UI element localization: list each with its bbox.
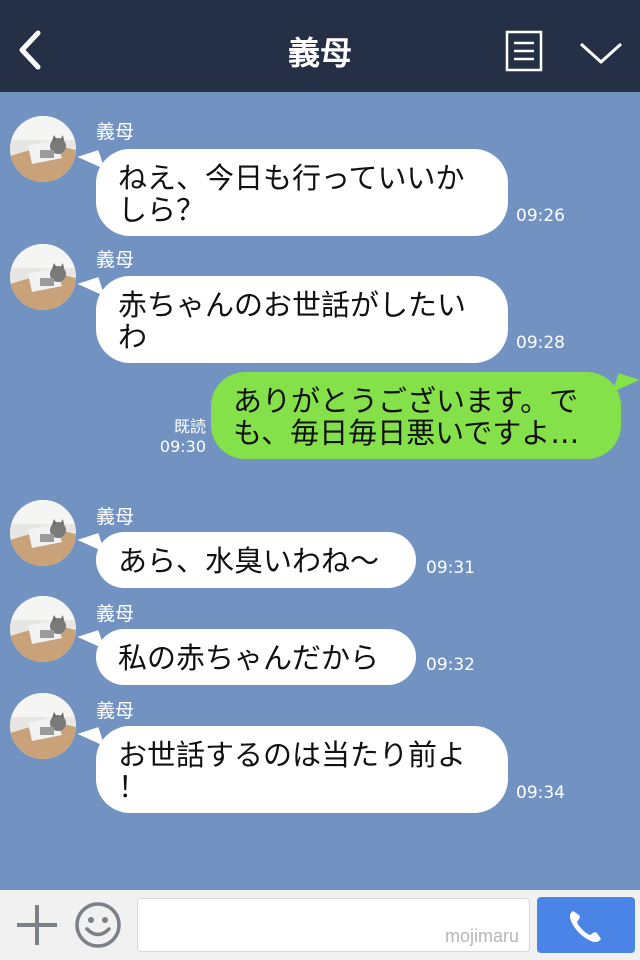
emoji-button[interactable] [74, 901, 122, 949]
message-line: ねえ、今日も行っていいか [118, 161, 465, 195]
avatar[interactable] [10, 244, 76, 310]
read-receipt: 既読 09:30 [150, 417, 206, 457]
collapse-button[interactable] [578, 36, 624, 68]
message-bubble[interactable]: お世話するのは当たり前よ ！ [96, 726, 508, 813]
message-time: 09:34 [516, 783, 565, 803]
plus-icon [17, 905, 57, 945]
message-line: 私の赤ちゃんだから [118, 641, 380, 675]
sender-name: 義母 [96, 700, 135, 722]
call-button[interactable] [537, 897, 635, 953]
message-bubble[interactable]: 私の赤ちゃんだから [96, 629, 416, 685]
message-time: 09:30 [159, 437, 206, 456]
avatar-photo-icon [10, 116, 76, 182]
menu-button[interactable] [505, 30, 543, 72]
message-line: も、毎日毎日悪いですよ… [233, 416, 580, 450]
avatar[interactable] [10, 693, 76, 759]
message-line: ！ [118, 770, 148, 804]
chat-title: 義母 [287, 34, 352, 72]
avatar-photo-icon [10, 500, 76, 566]
message-bubble-outgoing[interactable]: ありがとうございます。で も、毎日毎日悪いですよ… [211, 372, 621, 459]
avatar-photo-icon [10, 693, 76, 759]
chevron-down-icon [579, 42, 623, 64]
avatar-photo-icon [10, 596, 76, 662]
message-line: 赤ちゃんのお世話がしたい [118, 288, 467, 322]
message-bubble[interactable]: 赤ちゃんのお世話がしたい わ [96, 276, 508, 363]
attach-button[interactable] [14, 902, 60, 948]
avatar[interactable] [10, 596, 76, 662]
back-button[interactable] [14, 30, 46, 70]
message-bubble[interactable]: ねえ、今日も行っていいか しら？ [96, 149, 508, 236]
message-time: 09:31 [426, 558, 475, 578]
chat-header: 義母 [0, 0, 640, 92]
message-line: わ [118, 320, 148, 354]
watermark: mojimaru [444, 926, 519, 946]
message-line: ありがとうございます。で [233, 384, 579, 418]
phone-icon [569, 911, 601, 943]
sender-name: 義母 [96, 506, 135, 528]
avatar[interactable] [10, 500, 76, 566]
read-label: 既読 [173, 417, 206, 436]
message-line: しら？ [118, 193, 206, 227]
message-time: 09:26 [516, 206, 565, 226]
message-bubble[interactable]: あら、水臭いわね〜 [96, 532, 416, 588]
message-line: あら、水臭いわね〜 [118, 544, 380, 578]
chevron-left-icon [19, 30, 41, 70]
input-bar: mojimaru [0, 890, 640, 960]
message-time: 09:28 [516, 333, 565, 353]
message-input[interactable]: mojimaru [137, 898, 530, 952]
message-time: 09:32 [426, 655, 475, 675]
sender-name: 義母 [96, 249, 135, 271]
chat-area[interactable]: 義母 ねえ、今日も行っていいか しら？ 09:26 義母 赤ちゃんのお世話がした… [0, 92, 640, 890]
list-icon [505, 30, 543, 72]
sender-name: 義母 [96, 603, 135, 625]
smiley-icon [75, 902, 121, 948]
message-line: お世話するのは当たり前よ [118, 738, 467, 772]
avatar-photo-icon [10, 244, 76, 310]
avatar[interactable] [10, 116, 76, 182]
sender-name: 義母 [96, 121, 135, 143]
